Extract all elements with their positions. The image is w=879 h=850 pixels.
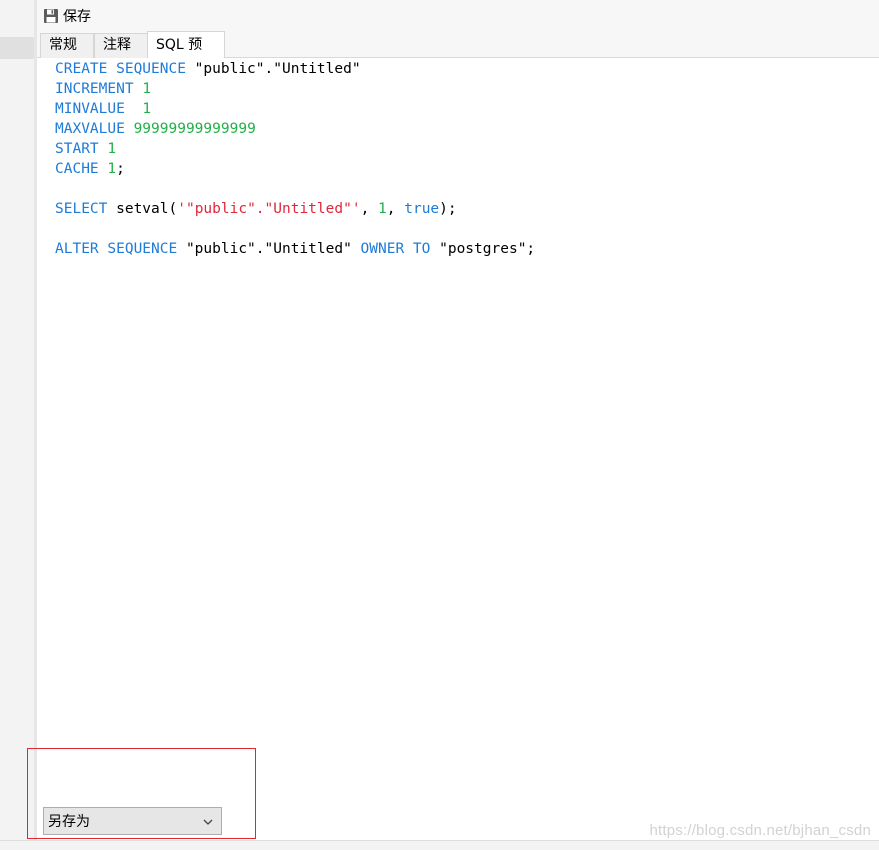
floppy-disk-icon: [43, 8, 59, 24]
sql-number: 1: [107, 141, 117, 157]
sql-text: "public"."Untitled": [185, 61, 361, 77]
tab-sql-preview[interactable]: SQL 预览: [147, 31, 225, 79]
code-line: CACHE 1;: [55, 159, 535, 179]
sql-keyword: CACHE: [55, 161, 99, 177]
watermark: https://blog.csdn.net/bjhan_csdn: [649, 822, 871, 839]
sql-keyword: OWNER TO: [360, 241, 431, 257]
sql-preview-editor[interactable]: CREATE SEQUENCE "public"."Untitled" INCRE…: [37, 58, 879, 840]
code-line: CREATE SEQUENCE "public"."Untitled": [55, 59, 535, 79]
toolbar: 保存: [37, 0, 879, 31]
save-button[interactable]: 保存: [43, 6, 91, 26]
left-panel-selected-item[interactable]: [0, 37, 34, 59]
sql-keyword: START: [55, 141, 99, 157]
sql-text: ,: [360, 201, 379, 217]
chevron-down-icon: [203, 819, 213, 825]
sql-text: ;: [116, 161, 125, 177]
left-panel: [0, 0, 37, 850]
sql-number: 1: [142, 101, 152, 117]
tab-comment[interactable]: 注释: [94, 33, 148, 58]
tab-bar: 常规 注释 SQL 预览: [37, 31, 879, 79]
tab-general[interactable]: 常规: [40, 33, 94, 58]
sql-text: );: [439, 201, 457, 217]
save-label: 保存: [63, 9, 91, 25]
sql-keyword: SELECT: [55, 201, 108, 217]
sql-keyword: true: [404, 201, 440, 217]
sql-keyword: MAXVALUE: [55, 121, 125, 137]
sql-text: setval(: [107, 201, 178, 217]
status-bar: [0, 840, 879, 850]
sql-number: 1: [378, 201, 387, 217]
sql-keyword: INCREMENT: [55, 81, 134, 97]
sql-number: 1: [142, 81, 152, 97]
code-line: INCREMENT 1: [55, 79, 535, 99]
sql-number: 99999999999999: [133, 121, 256, 137]
save-as-dropdown[interactable]: 另存为: [43, 807, 222, 835]
code-line: START 1: [55, 139, 535, 159]
sql-text: ,: [386, 201, 405, 217]
code-line: MINVALUE 1: [55, 99, 535, 119]
sql-string: '"public"."Untitled"': [177, 201, 361, 217]
sql-code: CREATE SEQUENCE "public"."Untitled" INCRE…: [55, 59, 535, 259]
sql-keyword: ALTER SEQUENCE: [55, 241, 178, 257]
sql-text: "public"."Untitled": [177, 241, 361, 257]
sql-keyword: CREATE SEQUENCE: [55, 61, 186, 77]
sql-text: "postgres";: [430, 241, 536, 257]
sql-number: 1: [107, 161, 117, 177]
code-line: SELECT setval('"public"."Untitled"', 1, …: [55, 199, 535, 219]
save-as-dropdown-value: 另存为: [48, 814, 90, 830]
code-line: MAXVALUE 99999999999999: [55, 119, 535, 139]
sql-keyword: MINVALUE: [55, 101, 125, 117]
code-line: ALTER SEQUENCE "public"."Untitled" OWNER…: [55, 239, 535, 259]
